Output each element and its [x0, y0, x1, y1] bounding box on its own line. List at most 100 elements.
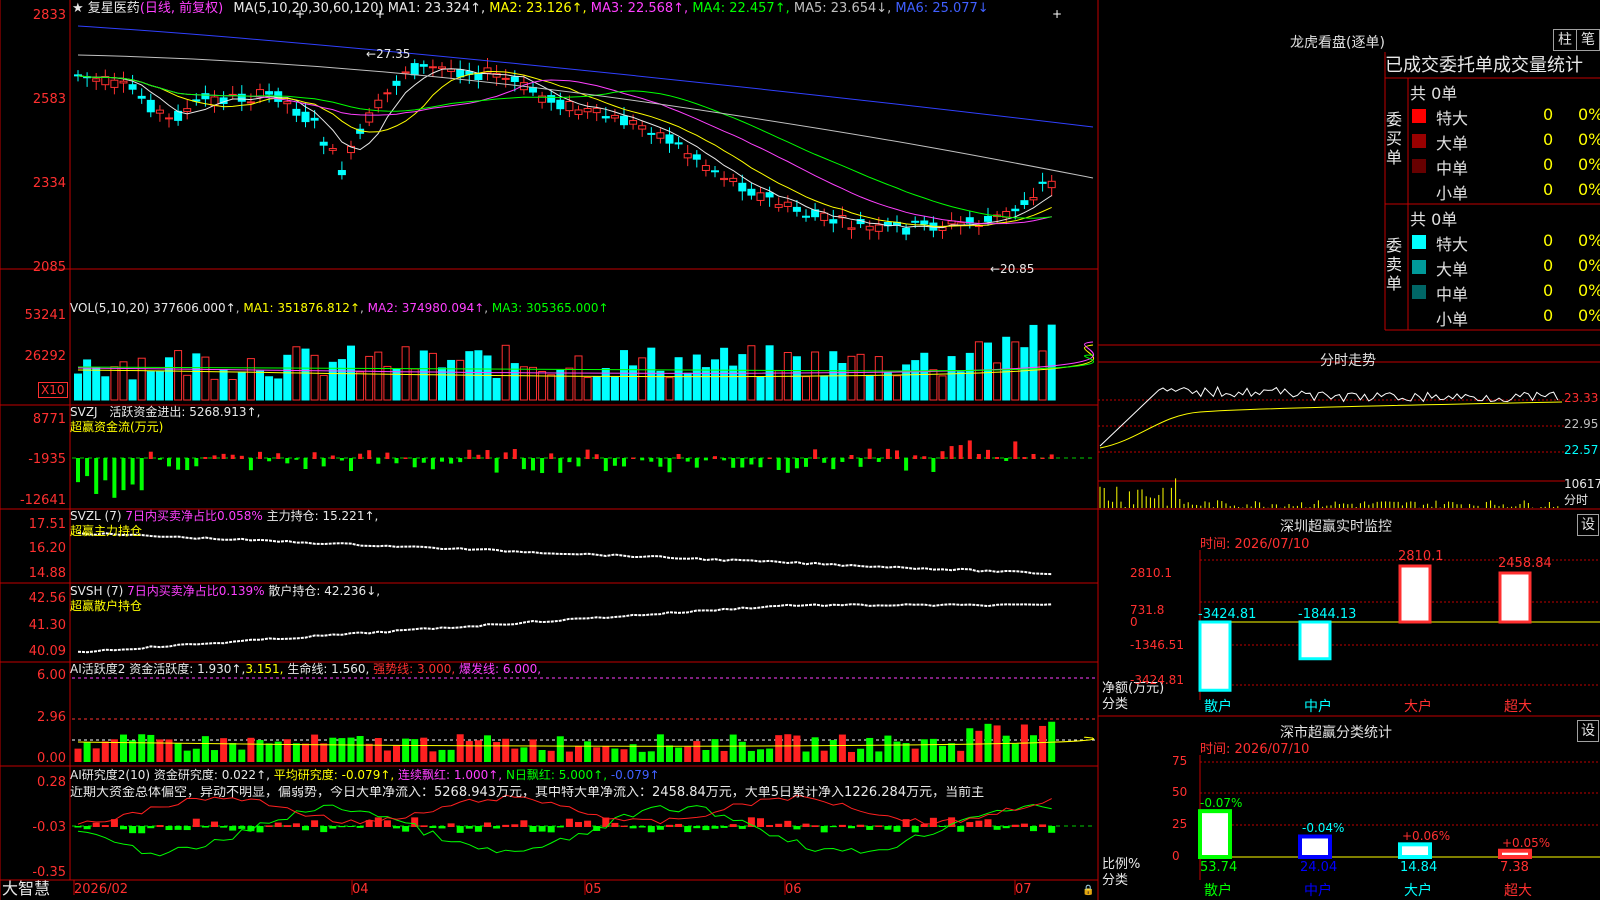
volume-bar	[984, 342, 992, 401]
volume-bar	[674, 357, 683, 401]
stats-category-label: 大户	[1404, 883, 1432, 899]
sz-stats-settings-button[interactable]: 设	[1577, 720, 1599, 742]
activity-bar	[738, 741, 746, 762]
research-bar	[174, 826, 182, 830]
research-bar	[393, 826, 400, 829]
flow-bar	[622, 458, 626, 467]
lock-icon[interactable]: 🔒	[1082, 884, 1094, 898]
activity-bar	[1011, 743, 1019, 762]
research-bar	[420, 825, 428, 827]
volume-bar	[465, 351, 474, 401]
ma-value-1: MA1: 23.324↑,	[387, 1, 490, 16]
order-color-swatch	[1412, 109, 1426, 123]
order-count: 0	[1543, 155, 1554, 174]
candle-body	[292, 108, 301, 116]
candle-body	[829, 219, 838, 224]
research-bar	[939, 826, 946, 828]
activity-bar	[265, 743, 273, 762]
ai-active-y-tick: 0.00	[37, 751, 66, 766]
flow-bar	[358, 453, 363, 459]
research-bar	[666, 824, 673, 827]
research-bar	[229, 826, 237, 831]
monitor-value-label: 2458.84	[1498, 555, 1552, 571]
svzj-header: SVZJ 活跃资金进出: 5268.913↑,	[70, 405, 260, 419]
ma-value-6: MA6: 25.077↓	[895, 1, 989, 16]
volume-bar	[447, 359, 456, 401]
research-bar	[83, 826, 91, 830]
volume-bar	[683, 372, 692, 401]
activity-bar	[775, 735, 783, 762]
flow-bar	[176, 458, 181, 470]
stats-bar	[1398, 842, 1432, 860]
main-chart-canvas[interactable]: + + +	[0, 0, 1600, 900]
volume-bar	[574, 355, 583, 401]
activity-bar	[502, 738, 510, 762]
research-bar	[902, 819, 910, 827]
research-bar	[547, 826, 555, 833]
research-bar	[538, 826, 546, 832]
flow-bar	[130, 458, 135, 485]
flow-bar	[421, 458, 426, 463]
order-percent: 0%	[1578, 180, 1600, 199]
favorite-star-icon[interactable]: ★	[72, 1, 84, 16]
activity-bar	[875, 751, 883, 762]
intraday-price-line	[1099, 385, 1559, 447]
activity-bar	[211, 750, 218, 762]
svzl-y-tick: 17.51	[28, 517, 66, 532]
research-bar	[402, 826, 410, 832]
activity-bar	[383, 750, 391, 762]
activity-bar	[920, 739, 928, 762]
high-price-label: ←27.35	[366, 47, 411, 61]
activity-bar	[83, 742, 91, 762]
research-bar	[957, 826, 965, 832]
monitor-y-tick: 2810.1	[1130, 566, 1172, 580]
activity-bar	[429, 751, 437, 762]
stats-value-label: 14.84	[1400, 860, 1438, 875]
activity-bar	[493, 742, 501, 762]
order-count: 0	[1543, 256, 1554, 275]
research-bar	[456, 826, 464, 833]
flow-bar	[394, 458, 399, 464]
research-bar	[893, 826, 901, 832]
activity-bar	[629, 744, 637, 762]
volume-bar	[1029, 324, 1038, 401]
activity-bar	[120, 734, 127, 762]
order-size-label: 大单	[1436, 260, 1469, 279]
ai-active-title: AI活跃度2	[70, 662, 126, 676]
ma-value-5: MA5: 23.654↓,	[793, 1, 896, 16]
flow-bar	[931, 458, 936, 472]
tick-mode-button[interactable]: 笔	[1576, 29, 1600, 51]
order-count: 0	[1543, 105, 1554, 124]
order-percent: 0%	[1578, 130, 1600, 149]
sz-stats-cat-label: 分类	[1102, 873, 1129, 888]
research-bar	[556, 826, 564, 828]
activity-bar	[565, 751, 573, 762]
research-bar	[929, 817, 937, 827]
flow-bar	[1040, 457, 1045, 459]
flow-bar	[922, 456, 927, 459]
volume-bar	[219, 369, 228, 401]
app-logo[interactable]: 大智慧	[2, 880, 50, 898]
volume-bar	[365, 355, 374, 401]
flow-bar	[722, 458, 727, 461]
vol-unit-badge[interactable]: X10	[38, 382, 68, 398]
svsh-title: SVSH (7)	[70, 584, 124, 598]
candle-body	[374, 99, 383, 109]
activity-bar	[902, 743, 910, 762]
volume-bar	[483, 355, 492, 401]
research-bar	[238, 826, 246, 829]
flow-bar	[440, 458, 444, 462]
flow-bar	[230, 454, 235, 459]
research-bar	[183, 826, 191, 831]
flow-bar	[321, 458, 326, 467]
candle-body	[119, 80, 128, 84]
volume-bar	[820, 375, 829, 401]
sz-monitor-settings-button[interactable]: 设	[1577, 514, 1599, 536]
flow-bar	[776, 458, 781, 470]
order-count: 0	[1543, 231, 1554, 250]
flow-bar	[1031, 453, 1036, 459]
candle-body	[783, 201, 792, 207]
bar-mode-button[interactable]: 柱	[1553, 29, 1577, 51]
activity-bar	[929, 738, 937, 762]
order-size-label: 小单	[1436, 184, 1469, 203]
